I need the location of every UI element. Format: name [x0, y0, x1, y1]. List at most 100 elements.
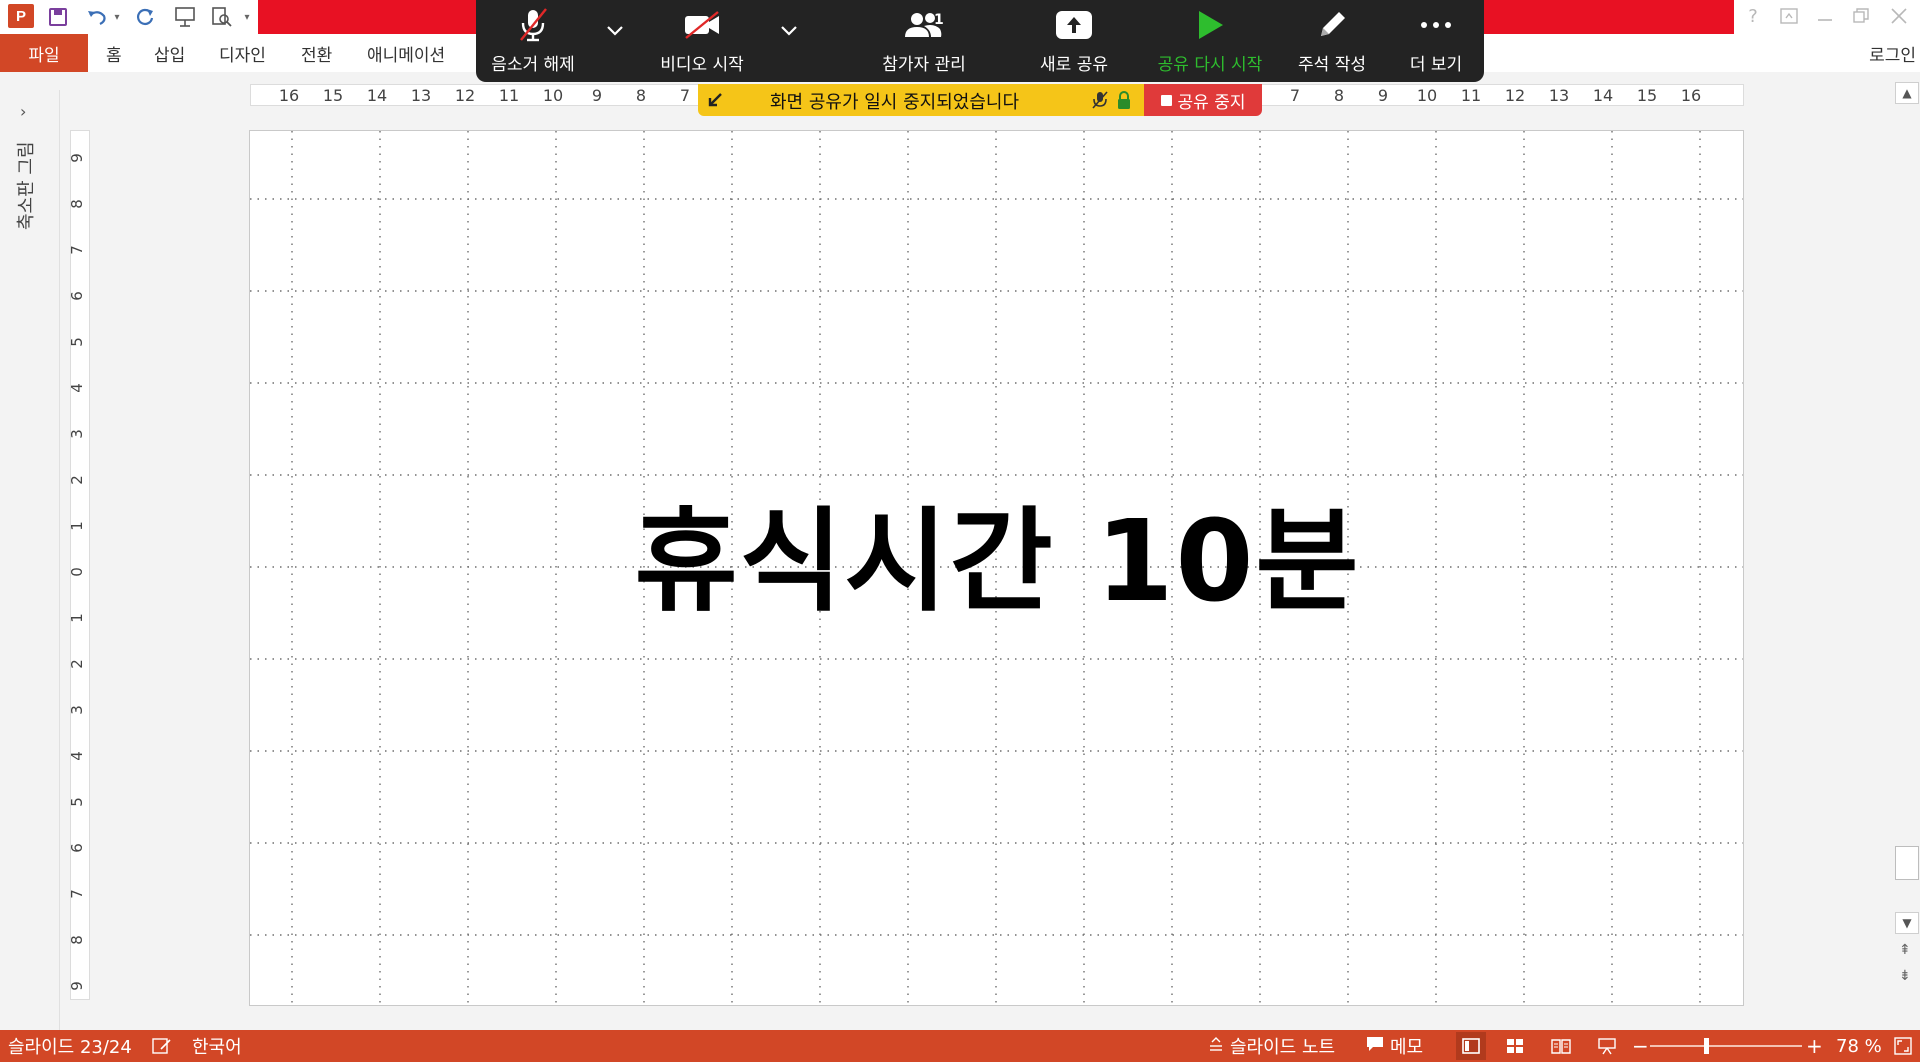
unmute-button[interactable]: 음소거 해제 — [476, 0, 590, 82]
zoom-meeting-toolbar: 음소거 해제 비디오 시작 참가자 관리 1 새로 공유 공유 다시 시작 주석… — [476, 0, 1484, 82]
ruler-tick-label: 2 — [67, 475, 86, 485]
zoom-slider-track[interactable] — [1650, 1045, 1802, 1047]
ruler-tick-label: 16 — [278, 86, 300, 105]
scroll-up-button[interactable]: ▲ — [1895, 82, 1919, 104]
stop-share-label: 공유 중지 — [1177, 92, 1246, 113]
ruler-tick-label: 10 — [542, 86, 564, 105]
scroll-down-button[interactable]: ▼ — [1895, 912, 1919, 934]
tab-animations[interactable]: 애니메이션 — [367, 34, 445, 72]
language-indicator[interactable]: 한국어 — [192, 1030, 242, 1062]
annotate-button[interactable]: 주석 작성 — [1284, 0, 1380, 82]
ruler-tick-label: 8 — [1333, 86, 1345, 105]
video-camera-off-icon — [682, 0, 722, 50]
video-options-chevron-icon[interactable] — [780, 22, 798, 41]
close-icon[interactable] — [1882, 2, 1916, 30]
expand-thumbnails-icon[interactable]: › — [20, 102, 26, 121]
zoom-out-button[interactable]: − — [1632, 1030, 1649, 1062]
thumbnail-pane-label[interactable]: 축소판 그림 — [12, 141, 38, 230]
slide-show-view-icon[interactable] — [1592, 1032, 1622, 1060]
ruler-tick-label: 11 — [498, 86, 520, 105]
ruler-tick-label: 5 — [67, 337, 86, 347]
ruler-tick-label: 16 — [1680, 86, 1702, 105]
restore-icon[interactable] — [1844, 2, 1878, 30]
tab-file[interactable]: 파일 — [0, 34, 88, 72]
tab-home[interactable]: 홈 — [106, 34, 122, 72]
tab-design[interactable]: 디자인 — [219, 34, 266, 72]
play-icon — [1194, 0, 1226, 50]
ruler-tick-label: 4 — [67, 751, 86, 761]
slide-title-text[interactable]: 휴식시간 10분 — [250, 471, 1745, 633]
ruler-tick-label: 7 — [67, 245, 86, 255]
minimize-icon[interactable] — [1808, 2, 1842, 30]
reading-view-icon[interactable] — [1546, 1032, 1576, 1060]
status-bar: 슬라이드 23/24 한국어 슬라이드 노트 메모 − + 78 % — [0, 1030, 1920, 1062]
ruler-tick-label: 7 — [679, 86, 691, 105]
stop-share-button[interactable]: 공유 중지 — [1144, 84, 1262, 116]
share-paused-banner[interactable]: 화면 공유가 일시 중지되었습니다 — [698, 84, 1144, 116]
powerpoint-logo-icon: P — [8, 4, 34, 28]
ruler-tick-label: 13 — [1548, 86, 1570, 105]
lock-icon — [1116, 90, 1132, 114]
previous-slide-icon[interactable]: ⇞ — [1899, 942, 1911, 958]
start-from-beginning-icon[interactable] — [170, 3, 200, 31]
ruler-tick-label: 5 — [67, 797, 86, 807]
start-video-button[interactable]: 비디오 시작 — [642, 0, 762, 82]
zoom-in-button[interactable]: + — [1806, 1030, 1823, 1062]
undo-icon[interactable] — [80, 3, 114, 31]
comments-button[interactable]: 메모 — [1366, 1030, 1423, 1062]
fit-to-window-icon[interactable] — [1894, 1030, 1912, 1062]
ruler-tick-label: 2 — [67, 659, 86, 669]
ruler-tick-label: 10 — [1416, 86, 1438, 105]
share-paused-text: 화면 공유가 일시 중지되었습니다 — [770, 92, 1020, 113]
notes-button[interactable]: 슬라이드 노트 — [1208, 1030, 1335, 1062]
normal-view-icon[interactable] — [1456, 1032, 1486, 1060]
manage-participants-button[interactable]: 참가자 관리 — [858, 0, 990, 82]
collapse-arrow-icon[interactable] — [708, 90, 726, 112]
scrollbar-thumb[interactable] — [1895, 846, 1919, 880]
manage-participants-label: 참가자 관리 — [882, 55, 966, 75]
undo-dropdown-icon[interactable]: ▾ — [110, 3, 124, 31]
ruler-tick-label: 12 — [454, 86, 476, 105]
ribbon-display-options-icon[interactable] — [1772, 2, 1806, 30]
ruler-tick-label: 6 — [67, 291, 86, 301]
tab-transitions[interactable]: 전환 — [301, 34, 332, 72]
ruler-tick-label: 8 — [67, 935, 86, 945]
notes-icon — [1208, 1036, 1224, 1057]
notes-label: 슬라이드 노트 — [1230, 1037, 1336, 1058]
zoom-level[interactable]: 78 % — [1836, 1030, 1882, 1062]
slide-indicator[interactable]: 슬라이드 23/24 — [8, 1030, 132, 1062]
start-video-label: 비디오 시작 — [660, 55, 744, 75]
ruler-tick-label: 8 — [635, 86, 647, 105]
help-icon[interactable]: ? — [1736, 2, 1770, 30]
redo-icon[interactable] — [130, 3, 160, 31]
ruler-tick-label: 8 — [67, 199, 86, 209]
zoom-slider-knob[interactable] — [1704, 1038, 1710, 1054]
participants-count-badge: 1 — [934, 12, 944, 28]
more-button[interactable]: 더 보기 — [1396, 0, 1476, 82]
ruler-tick-label: 0 — [67, 567, 86, 577]
ruler-tick-label: 7 — [67, 889, 86, 899]
sign-in-link[interactable]: 로그인 — [1869, 34, 1916, 72]
tab-insert[interactable]: 삽입 — [154, 34, 185, 72]
resume-share-button[interactable]: 공유 다시 시작 — [1146, 0, 1274, 82]
ruler-tick-label: 9 — [591, 86, 603, 105]
slide-sorter-view-icon[interactable] — [1500, 1032, 1530, 1060]
customize-quick-access-icon[interactable]: ▾ — [240, 3, 254, 31]
vertical-scrollbar[interactable]: ▲ ▼ ⇞ ⇟ — [1894, 80, 1920, 1000]
ruler-tick-label: 11 — [1460, 86, 1482, 105]
share-upload-icon — [1054, 0, 1094, 50]
spelling-check-icon[interactable] — [152, 1030, 172, 1062]
ruler-tick-label: 9 — [67, 981, 86, 991]
audio-options-chevron-icon[interactable] — [606, 22, 624, 41]
next-slide-icon[interactable]: ⇟ — [1899, 968, 1911, 984]
mic-muted-small-icon — [1092, 90, 1108, 114]
save-icon[interactable] — [44, 3, 72, 31]
slide-canvas[interactable]: 휴식시간 10분 — [249, 130, 1744, 1006]
more-label: 더 보기 — [1409, 55, 1463, 75]
ruler-tick-label: 15 — [1636, 86, 1658, 105]
stop-square-icon — [1160, 94, 1172, 106]
print-preview-icon[interactable] — [206, 3, 236, 31]
ruler-tick-label: 12 — [1504, 86, 1526, 105]
new-share-button[interactable]: 새로 공유 — [1026, 0, 1122, 82]
ruler-tick-label: 14 — [1592, 86, 1614, 105]
